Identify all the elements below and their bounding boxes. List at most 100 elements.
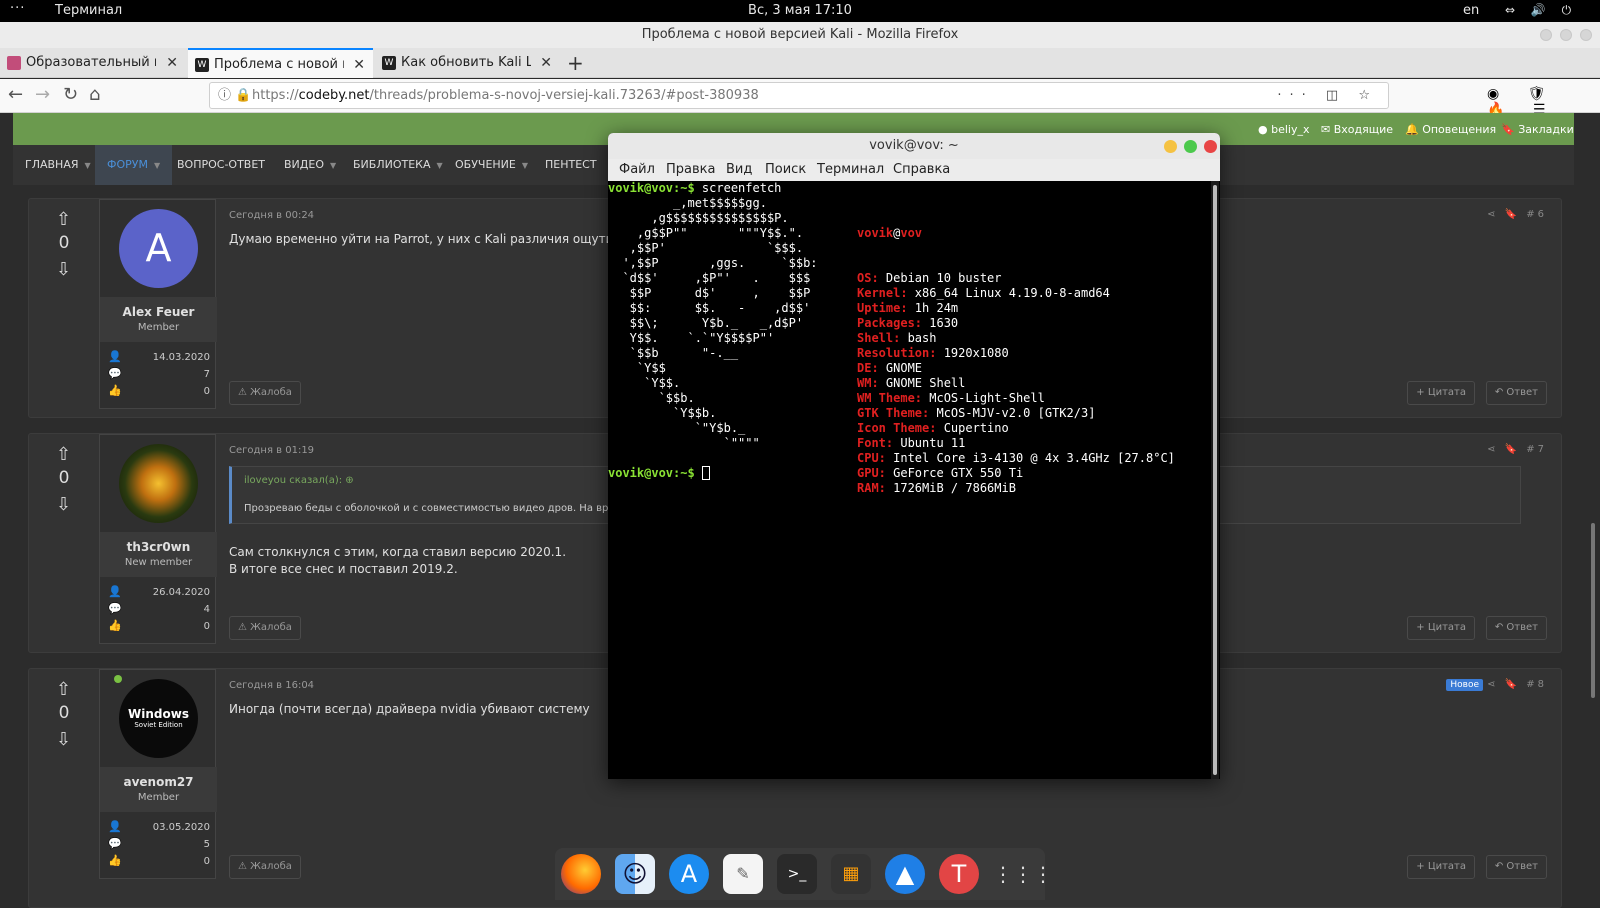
post-number[interactable]: #6 bbox=[1526, 209, 1547, 220]
lock-icon[interactable]: 🔒 bbox=[235, 83, 251, 108]
close-button[interactable] bbox=[1204, 140, 1217, 153]
report-button[interactable]: ⚠ Жалоба bbox=[229, 381, 301, 405]
quote-author[interactable]: iloveyou сказал(а): ⊕ bbox=[244, 475, 354, 486]
scrollbar-thumb[interactable] bbox=[1213, 185, 1217, 775]
menu-forum[interactable]: ФОРУМ ▼ bbox=[95, 145, 173, 185]
author-name[interactable]: th3cr0wn bbox=[100, 540, 217, 554]
quote-button[interactable]: + Цитата bbox=[1407, 855, 1475, 879]
avatar[interactable]: Windows Soviet Edition bbox=[119, 679, 198, 758]
system-menu[interactable]: ⇔ 🔊 ⏻ bbox=[1505, 3, 1577, 18]
share-icon[interactable]: ⋖ bbox=[1487, 444, 1498, 455]
terminal-output[interactable]: vovik@vov:~$ screenfetch _,met$$$$$gg. ,… bbox=[608, 181, 1210, 779]
info-key: Resolution: bbox=[857, 346, 937, 360]
reply-button[interactable]: ↶ Ответ bbox=[1485, 855, 1547, 879]
post-time[interactable]: Сегодня в 00:24 bbox=[229, 210, 314, 221]
report-button[interactable]: ⚠ Жалоба bbox=[229, 616, 301, 640]
url-bar[interactable]: ⓘ 🔒 https://codeby.net/threads/problema-… bbox=[209, 82, 1389, 109]
minimize-button[interactable] bbox=[1540, 29, 1552, 41]
reply-button[interactable]: ↶ Ответ bbox=[1485, 616, 1547, 640]
upvote-icon[interactable]: ⇧ bbox=[56, 444, 71, 465]
menu-edit[interactable]: Правка bbox=[666, 162, 715, 177]
language-indicator[interactable]: en bbox=[1463, 3, 1479, 18]
close-window-button[interactable] bbox=[1580, 29, 1592, 41]
back-icon[interactable]: ← bbox=[8, 84, 23, 105]
menu-file[interactable]: Файл bbox=[619, 162, 655, 177]
menu-view[interactable]: Вид bbox=[726, 162, 752, 177]
user-link[interactable]: ● beliy_x bbox=[1258, 123, 1310, 136]
avatar[interactable]: A bbox=[119, 209, 198, 288]
new-tab-button[interactable]: + bbox=[567, 51, 584, 75]
downvote-icon[interactable]: ⇩ bbox=[56, 729, 71, 750]
firefox-icon[interactable] bbox=[561, 854, 601, 894]
reply-button[interactable]: ↶ Ответ bbox=[1485, 381, 1547, 405]
terminal-window[interactable]: vovik@vov: ~ Файл Правка Вид Поиск Терми… bbox=[608, 133, 1220, 779]
user-icon: 👤 bbox=[108, 585, 122, 598]
menu-label: ОБУЧЕНИЕ bbox=[455, 158, 516, 171]
forward-icon[interactable]: → bbox=[35, 84, 50, 105]
quote-button[interactable]: + Цитата bbox=[1407, 381, 1475, 405]
scrollbar-thumb[interactable] bbox=[1591, 523, 1595, 698]
tab-3[interactable]: W Как обновить Kali Lin ✕ bbox=[375, 48, 560, 78]
menu-video[interactable]: ВИДЕО ▼ bbox=[272, 145, 348, 185]
close-tab-icon[interactable]: ✕ bbox=[540, 48, 552, 78]
tab-2[interactable]: W Проблема с новой ве ✕ bbox=[188, 48, 373, 78]
quote-button[interactable]: + Цитата bbox=[1407, 616, 1475, 640]
finder-icon[interactable]: ☺ bbox=[615, 854, 655, 894]
bookmark-icon[interactable]: 🔖 bbox=[1505, 444, 1520, 455]
bookmark-icon[interactable]: 🔖 bbox=[1505, 209, 1520, 220]
menu-qa[interactable]: ВОПРОС-ОТВЕТ bbox=[165, 145, 277, 185]
bookmarks-link[interactable]: 🔖 Закладки bbox=[1501, 123, 1574, 136]
navigator-icon[interactable]: ▲ bbox=[885, 854, 925, 894]
calculator-icon[interactable]: ▦ bbox=[831, 854, 871, 894]
menu-library[interactable]: БИБЛИОТЕКА ▼ bbox=[341, 145, 455, 185]
menu-learning[interactable]: ОБУЧЕНИЕ ▼ bbox=[443, 145, 540, 185]
info-line: Uptime: 1h 24m bbox=[857, 301, 1175, 316]
share-icon[interactable]: ⋖ bbox=[1487, 679, 1498, 690]
appstore-icon[interactable]: A bbox=[669, 854, 709, 894]
home-icon[interactable]: ⌂ bbox=[89, 84, 100, 105]
author-name[interactable]: Alex Feuer bbox=[100, 305, 217, 319]
tab-1[interactable]: Образовательный по ✕ bbox=[0, 48, 186, 78]
tab-bar: Образовательный по ✕ W Проблема с новой … bbox=[0, 48, 1600, 78]
report-button[interactable]: ⚠ Жалоба bbox=[229, 855, 301, 879]
close-tab-icon[interactable]: ✕ bbox=[166, 48, 178, 78]
maximize-button[interactable] bbox=[1184, 140, 1197, 153]
menu-home[interactable]: ГЛАВНАЯ ▼ bbox=[13, 145, 103, 185]
close-tab-icon[interactable]: ✕ bbox=[353, 50, 365, 78]
bookmark-icon[interactable]: 🔖 bbox=[1505, 679, 1520, 690]
installer-icon[interactable]: T bbox=[939, 854, 979, 894]
downvote-icon[interactable]: ⇩ bbox=[56, 494, 71, 515]
menu-terminal[interactable]: Терминал bbox=[817, 162, 884, 177]
apps-grid-icon[interactable]: ⋮⋮⋮ bbox=[993, 854, 1053, 894]
menu-label: ВИДЕО bbox=[284, 158, 324, 171]
menu-pentest[interactable]: ПЕНТЕСТ bbox=[533, 145, 609, 185]
ascii-line: ,$$P' `$$$. bbox=[608, 241, 804, 255]
thumbs-up-icon: 👍 bbox=[108, 854, 122, 867]
menu-search[interactable]: Поиск bbox=[765, 162, 806, 177]
maximize-button[interactable] bbox=[1560, 29, 1572, 41]
reply-label: Ответ bbox=[1506, 861, 1538, 872]
author-name[interactable]: avenom27 bbox=[100, 775, 217, 789]
alerts-link[interactable]: 🔔 Оповещения bbox=[1405, 123, 1496, 136]
terminal-icon[interactable]: >_ bbox=[777, 854, 817, 894]
post-time[interactable]: Сегодня в 16:04 bbox=[229, 680, 314, 691]
page-actions-icon[interactable]: ··· ◫ ☆ bbox=[1277, 83, 1378, 108]
reload-icon[interactable]: ↻ bbox=[63, 84, 78, 105]
post-number[interactable]: #8 bbox=[1526, 679, 1547, 690]
minimize-button[interactable] bbox=[1164, 140, 1177, 153]
post-time[interactable]: Сегодня в 01:19 bbox=[229, 445, 314, 456]
info-icon[interactable]: ⓘ bbox=[218, 83, 231, 108]
downvote-icon[interactable]: ⇩ bbox=[56, 259, 71, 280]
clock[interactable]: Вс, 3 мая 17:10 bbox=[0, 3, 1600, 18]
terminal-scrollbar[interactable] bbox=[1211, 181, 1219, 779]
upvote-icon[interactable]: ⇧ bbox=[56, 679, 71, 700]
notes-icon[interactable]: ✎ bbox=[723, 854, 763, 894]
post-number[interactable]: #7 bbox=[1526, 444, 1547, 455]
menu-help[interactable]: Справка bbox=[893, 162, 950, 177]
share-icon[interactable]: ⋖ bbox=[1487, 209, 1498, 220]
avatar[interactable] bbox=[119, 444, 198, 523]
inbox-link[interactable]: ✉ Входящие bbox=[1321, 123, 1393, 136]
upvote-icon[interactable]: ⇧ bbox=[56, 209, 71, 230]
page-scrollbar[interactable] bbox=[1590, 113, 1596, 900]
terminal-titlebar[interactable]: vovik@vov: ~ bbox=[608, 133, 1220, 159]
